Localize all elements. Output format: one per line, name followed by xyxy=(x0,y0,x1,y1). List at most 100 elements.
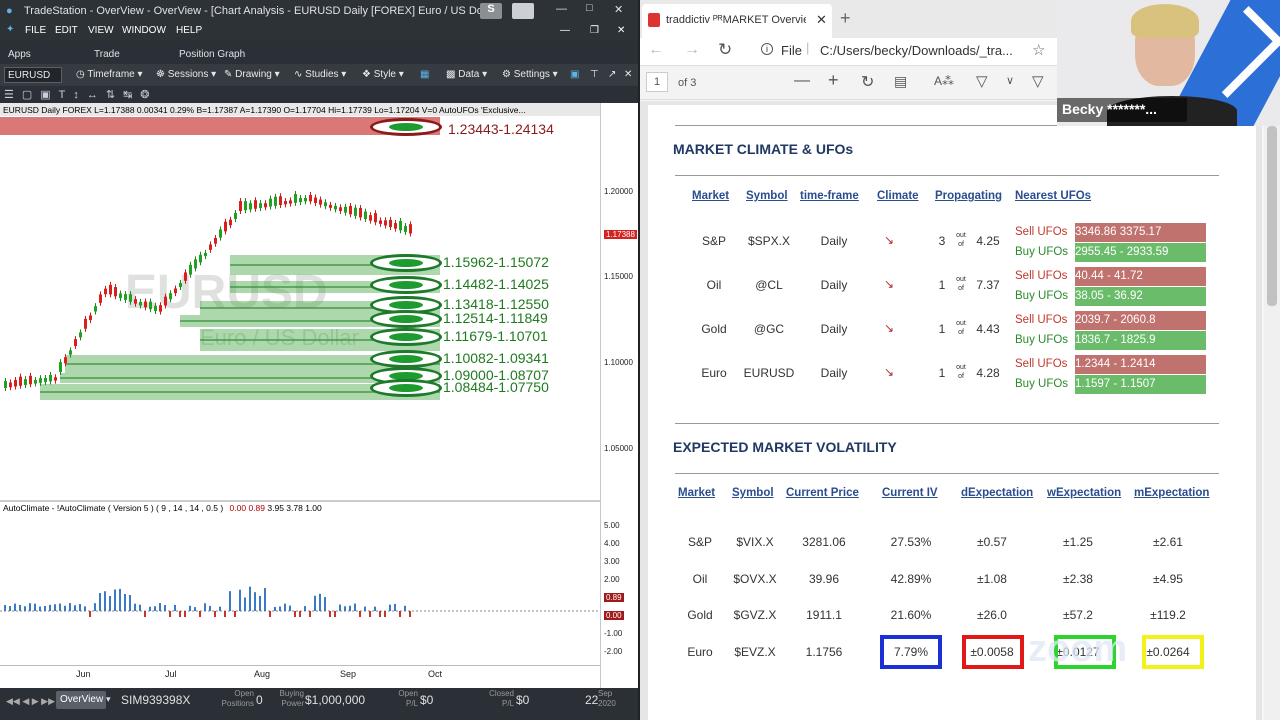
sell-ufo-value: 40.44 - 41.72 xyxy=(1075,267,1206,286)
account-id[interactable]: SIM939398X xyxy=(121,693,190,707)
maximize-icon[interactable]: □ xyxy=(586,2,593,14)
link-icon[interactable]: ▣ xyxy=(570,69,579,80)
highlight-box-iv xyxy=(880,634,942,669)
pdf-scrollbar[interactable] xyxy=(1264,101,1280,720)
reload-icon[interactable]: ↻ xyxy=(718,40,732,60)
menu-close-icon[interactable]: ✕ xyxy=(617,25,625,36)
indicator-bar xyxy=(209,605,211,611)
indicator-bar xyxy=(379,611,381,617)
trade-tab[interactable]: Trade xyxy=(94,49,120,60)
ts-badge-2[interactable] xyxy=(512,3,534,19)
float-icon[interactable]: ↗ xyxy=(608,69,616,80)
style-button[interactable]: ❖ Style ▾ xyxy=(362,69,404,80)
climate-market: Oil xyxy=(706,278,722,292)
sell-ufo-label: Sell UFOs xyxy=(1015,226,1068,238)
candle-body xyxy=(154,305,157,312)
climate-header-1[interactable]: Symbol xyxy=(746,190,788,202)
vol-header-3[interactable]: Current IV xyxy=(882,487,938,499)
data-button[interactable]: ▩ Data ▾ xyxy=(446,69,487,80)
vol-header-0[interactable]: Market xyxy=(678,487,715,499)
buy-ufo-label: Buy UFOs xyxy=(1015,290,1069,302)
ts-badge-s[interactable]: S xyxy=(480,3,502,19)
info-icon[interactable]: i xyxy=(761,43,773,55)
menu-window[interactable]: WINDOW xyxy=(122,25,166,36)
studies-button[interactable]: ∿ Studies ▾ xyxy=(294,69,346,80)
indicator-bar xyxy=(299,611,301,617)
tab-close-icon[interactable]: ✕ xyxy=(816,12,827,28)
climate-header-4[interactable]: Propagating xyxy=(935,190,1002,202)
rotate-icon[interactable]: ↻ xyxy=(861,72,874,92)
menu-file[interactable]: FILE xyxy=(25,25,46,36)
sessions-button[interactable]: ☸ Sessions ▾ xyxy=(156,69,216,80)
forward-icon[interactable]: → xyxy=(684,41,700,59)
symbol-input[interactable]: EURUSD xyxy=(4,67,62,83)
url-input[interactable]: C:/Users/becky/Downloads/_tra... xyxy=(820,43,1013,58)
candle-body xyxy=(209,244,212,250)
vol-header-1[interactable]: Symbol xyxy=(732,487,774,499)
vol-header-5[interactable]: wExpectation xyxy=(1047,487,1121,499)
close-icon[interactable]: ✕ xyxy=(614,3,623,16)
star-icon[interactable]: ☆ xyxy=(1032,41,1045,59)
price-tick-110: 1.10000 xyxy=(604,358,633,367)
climate-header-2[interactable]: time-frame xyxy=(800,190,859,202)
vol-header-4[interactable]: dExpectation xyxy=(961,487,1033,499)
indicator-bar xyxy=(284,603,286,611)
draw-options-icon[interactable]: ∨ xyxy=(1006,74,1014,87)
scrollbar-thumb[interactable] xyxy=(1267,126,1277,306)
candle-body xyxy=(344,206,347,213)
indicator-bar xyxy=(104,591,106,611)
fit-page-icon[interactable]: ▤ xyxy=(894,73,907,90)
style-label: Style xyxy=(373,69,396,80)
indicator-bar xyxy=(249,586,251,611)
settings-button[interactable]: ⚙ Settings ▾ xyxy=(502,69,558,80)
candle-body xyxy=(229,219,232,226)
draw-icon[interactable]: ▽ xyxy=(976,72,988,90)
climate-ratio: 7.37 xyxy=(976,278,1000,292)
climate-header-3[interactable]: Climate xyxy=(877,190,919,202)
timeframe-button[interactable]: ◷ Timeframe ▾ xyxy=(76,69,143,80)
drawing-button[interactable]: ✎ Drawing ▾ xyxy=(224,69,280,80)
buy-ufo-row: Buy UFOs 38.05 - 36.92 xyxy=(1015,287,1206,306)
candle-body xyxy=(109,284,112,295)
toolbar-close-icon[interactable]: ✕ xyxy=(624,69,632,80)
menu-restore-icon[interactable]: ❐ xyxy=(590,25,599,36)
menu-minimize-icon[interactable]: — xyxy=(560,25,570,36)
page-number-input[interactable]: 1 xyxy=(646,72,668,92)
workspace-tab-overview[interactable]: OverView xyxy=(56,691,106,709)
indicator-bar xyxy=(259,595,261,611)
drawing-tools-icon[interactable]: ☰▢▣T↕↔⇅↹❂ xyxy=(4,88,158,101)
vol-header-2[interactable]: Current Price xyxy=(786,487,859,499)
zoom-watermark: zoom xyxy=(1028,628,1128,670)
candle-body xyxy=(334,205,337,210)
browser-tab[interactable]: traddictiv ᴾᴿMARKET Overview ✕ xyxy=(642,4,832,38)
nav-arrows-icon[interactable]: ◀◀ ◀ ▶ ▶▶ xyxy=(6,696,55,707)
zoom-out-icon[interactable]: — xyxy=(794,72,810,90)
indicator-bar xyxy=(149,606,151,611)
price-chart[interactable]: EURUSD Daily FOREX L=1.17388 0.00341 0.2… xyxy=(0,103,600,688)
zoom-in-icon[interactable]: + xyxy=(828,70,839,91)
back-icon[interactable]: ← xyxy=(648,41,664,59)
indicator-bar xyxy=(244,597,246,611)
menu-edit[interactable]: EDIT xyxy=(55,25,78,36)
indicator-bar xyxy=(189,605,191,611)
climate-header-5[interactable]: Nearest UFOs xyxy=(1015,190,1091,202)
new-tab-icon[interactable]: + xyxy=(840,8,851,29)
vol-cell-price: 1.1756 xyxy=(805,644,843,659)
menu-view[interactable]: VIEW xyxy=(88,25,114,36)
highlight-icon[interactable]: ▽ xyxy=(1032,72,1044,90)
candle-body xyxy=(369,215,372,221)
position-graph-tab[interactable]: Position Graph xyxy=(179,49,245,60)
minimize-icon[interactable]: — xyxy=(556,3,567,15)
climate-header-0[interactable]: Market xyxy=(692,190,729,202)
pin-icon[interactable]: ⊤ xyxy=(590,69,599,80)
ind-tick-5: 5.00 xyxy=(604,521,620,530)
layout-icon[interactable]: ▦ xyxy=(420,69,429,80)
candle-body xyxy=(289,200,292,204)
read-aloud-icon[interactable]: A⁂ xyxy=(934,74,954,88)
vol-header-6[interactable]: mExpectation xyxy=(1134,487,1209,499)
menu-help[interactable]: HELP xyxy=(176,25,202,36)
apps-tab[interactable]: Apps xyxy=(8,49,31,60)
indicator-title: AutoClimate - !AutoClimate ( Version 5 )… xyxy=(3,503,224,513)
indicator-bar xyxy=(349,605,351,611)
add-tab-icon[interactable]: ▾ xyxy=(106,694,111,705)
